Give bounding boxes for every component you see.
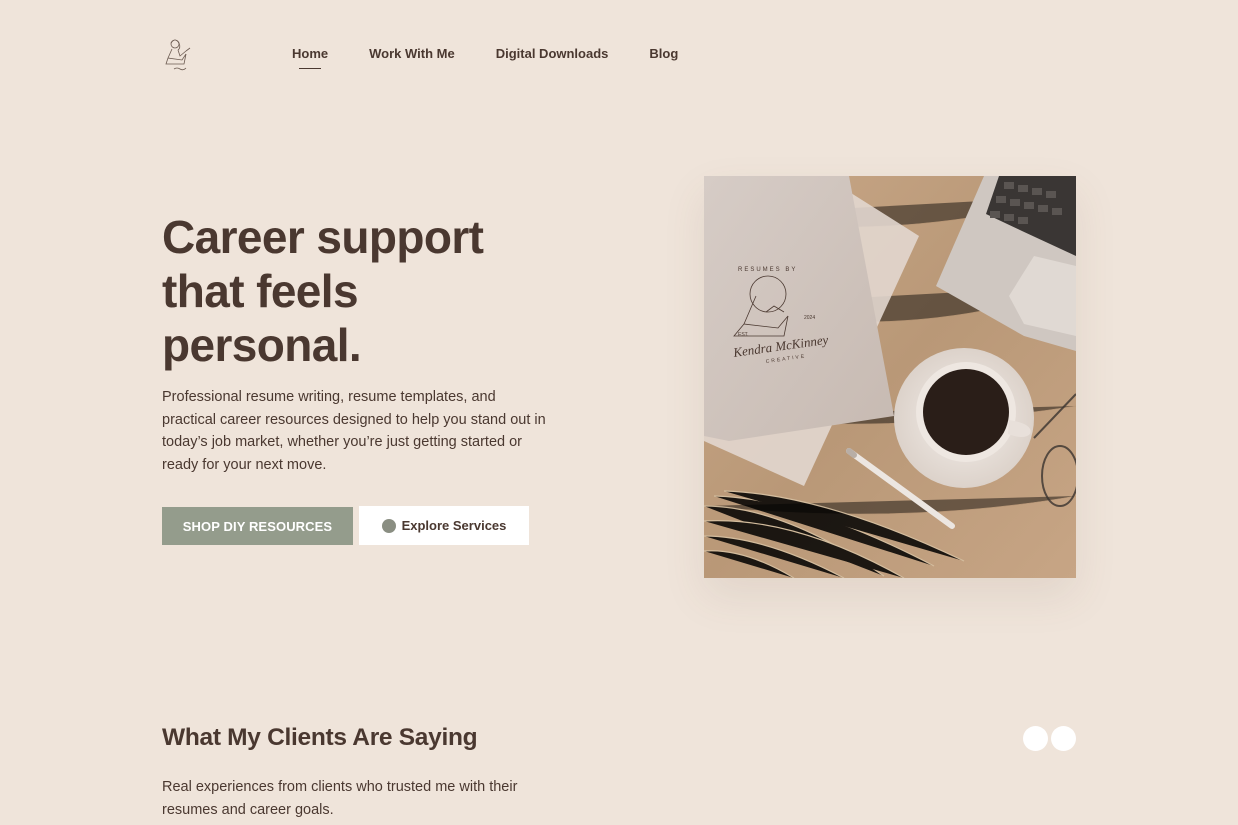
hero-title: Career support that feels personal.	[162, 211, 484, 371]
nav-digital-downloads[interactable]: Digital Downloads	[496, 46, 609, 62]
explore-services-button[interactable]: Explore Services	[359, 506, 529, 545]
testimonials-description: Real experiences from clients who truste…	[162, 779, 518, 818]
hero-description: Professional resume writing, resume temp…	[162, 389, 546, 473]
illustrated-woman-logo-icon	[165, 39, 191, 71]
chevron-left-icon: ‹	[1033, 732, 1038, 744]
hero-image: RESUMES BY EST. 2024 Kendra McKinney CRE…	[704, 176, 1076, 578]
nav-work-with-me[interactable]: Work With Me	[369, 46, 455, 62]
main-nav: Home Work With Me Digital Downloads Blog	[292, 46, 678, 69]
shop-diy-resources-label: SHOP DIY RESOURCES	[182, 518, 333, 534]
brand-top-text: RESUMES BY	[738, 267, 797, 273]
site-logo[interactable]	[162, 36, 196, 74]
circle-dot-icon	[381, 518, 396, 533]
shop-diy-resources-button[interactable]: SHOP DIY RESOURCES	[162, 507, 353, 545]
carousel-next-button[interactable]: ›	[1051, 726, 1076, 751]
chevron-right-icon: ›	[1061, 732, 1066, 744]
brand-est-text: EST.	[738, 332, 749, 338]
explore-services-label: Explore Services	[401, 518, 507, 533]
brand-year-text: 2024	[804, 315, 815, 321]
testimonials-title: What My Clients Are Saying	[162, 724, 478, 751]
carousel-prev-button[interactable]: ‹	[1023, 726, 1048, 751]
nav-home[interactable]: Home	[292, 46, 328, 69]
nav-blog[interactable]: Blog	[649, 46, 678, 62]
